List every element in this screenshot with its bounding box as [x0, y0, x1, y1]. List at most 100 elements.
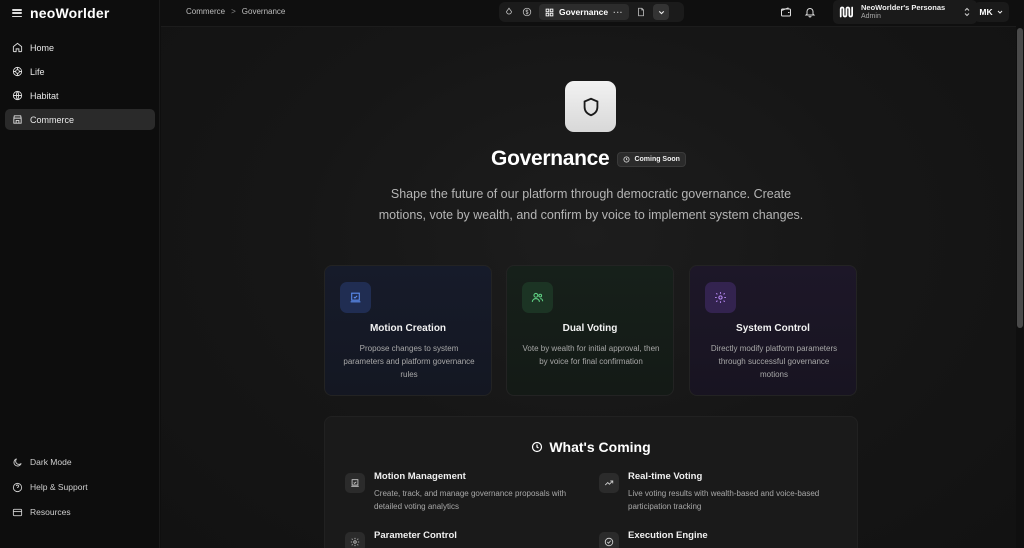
- ballot-icon: [351, 479, 359, 487]
- shield-icon: [583, 97, 598, 116]
- bell-icon[interactable]: [804, 6, 816, 18]
- card-icon-box: [522, 282, 553, 313]
- governance-hero-icon: [565, 81, 616, 132]
- app-root: neoWorlder Home Life Habitat Commerce Da…: [0, 0, 1024, 548]
- persona-text: NeoWorlder's Personas Admin: [861, 3, 957, 21]
- trending-up-icon: [604, 480, 614, 486]
- wallet-icon[interactable]: [780, 6, 792, 18]
- dollar-icon: [522, 7, 532, 17]
- chevron-down-icon: [997, 10, 1002, 14]
- card-title: System Control: [736, 323, 810, 334]
- sidebar-item-life[interactable]: Life: [5, 61, 155, 82]
- sidebar-item-label: Habitat: [30, 90, 59, 101]
- page-title: Governance: [491, 147, 610, 170]
- feature-description: Create, track, and manage governance pro…: [374, 489, 567, 511]
- page-title-row: Governance Coming Soon: [161, 147, 1016, 171]
- tool-switcher: Governance ···: [499, 2, 684, 22]
- tool-currency-button[interactable]: [521, 6, 533, 18]
- feature-cards: Motion Creation Propose changes to syste…: [324, 265, 858, 396]
- gear-icon: [715, 292, 726, 303]
- persona-selector[interactable]: NeoWorlder's Personas Admin: [833, 0, 977, 24]
- persona-name: NeoWorlder's Personas: [861, 3, 946, 12]
- sidebar: neoWorlder Home Life Habitat Commerce Da…: [0, 0, 160, 548]
- main-scrollbar[interactable]: [1017, 28, 1023, 328]
- feature-icon-box: [599, 473, 619, 493]
- badge-label: Coming Soon: [634, 155, 680, 163]
- whats-coming-panel: What's Coming Motion Management Create, …: [324, 416, 858, 548]
- card-motion-creation: Motion Creation Propose changes to syste…: [324, 265, 492, 396]
- clock-icon: [532, 441, 543, 453]
- feature-description: Live voting results with wealth-based an…: [628, 489, 820, 511]
- grid-icon: [545, 8, 554, 16]
- feature-title: Parameter Control: [374, 530, 457, 541]
- tool-drop-button[interactable]: [503, 6, 515, 18]
- sidebar-item-label: Dark Mode: [30, 457, 72, 467]
- sidebar-item-label: Home: [30, 42, 55, 53]
- drop-icon: [506, 7, 512, 15]
- persona-logo-icon: [839, 6, 853, 18]
- card-title: Dual Voting: [562, 323, 618, 334]
- resources-icon: [12, 508, 23, 516]
- feature-icon-box: [345, 473, 365, 493]
- topbar: Commerce > Governance Governance ··· Neo…: [161, 0, 1024, 26]
- governance-tab[interactable]: Governance ···: [539, 4, 630, 20]
- breadcrumb: Commerce > Governance: [186, 7, 285, 16]
- card-title: Motion Creation: [369, 323, 447, 334]
- sidebar-item-commerce[interactable]: Commerce: [5, 109, 155, 130]
- chevron-down-icon: [658, 10, 664, 14]
- users-icon: [531, 292, 544, 302]
- moon-icon: [13, 457, 22, 466]
- globe-icon: [12, 90, 23, 101]
- user-menu[interactable]: MK: [974, 2, 1009, 22]
- page-description: Shape the future of our platform through…: [378, 187, 804, 222]
- gear-icon: [350, 537, 360, 547]
- sidebar-item-label: Commerce: [30, 114, 75, 125]
- main-content: Governance Coming Soon Shape the future …: [161, 26, 1016, 548]
- sidebar-item-home[interactable]: Home: [5, 37, 155, 58]
- breadcrumb-parent[interactable]: Commerce: [186, 7, 225, 16]
- card-dual-voting: Dual Voting Vote by wealth for initial a…: [506, 265, 674, 396]
- check-circle-icon: [604, 537, 614, 547]
- feature-title: Motion Management: [374, 471, 466, 482]
- card-description: Propose changes to system parameters and…: [343, 344, 475, 379]
- brand: neoWorlder: [12, 5, 110, 21]
- more-options-icon[interactable]: ···: [613, 7, 623, 17]
- home-icon: [12, 42, 23, 53]
- card-description: Vote by wealth for initial approval, the…: [522, 344, 660, 366]
- store-icon: [13, 115, 22, 124]
- governance-tab-label: Governance: [559, 7, 609, 17]
- help-icon: [12, 482, 23, 492]
- card-description: Directly modify platform parameters thro…: [710, 344, 838, 379]
- sidebar-nav: Home Life Habitat Commerce: [5, 37, 155, 133]
- brand-logo-text[interactable]: neoWorlder: [30, 5, 110, 21]
- resources-link[interactable]: Resources: [5, 502, 155, 522]
- dark-mode-toggle[interactable]: Dark Mode: [5, 452, 155, 472]
- user-initials: MK: [979, 7, 993, 17]
- feature-icon-box: [599, 532, 619, 548]
- breadcrumb-separator: >: [231, 7, 236, 16]
- sidebar-item-label: Life: [30, 66, 45, 77]
- tool-expand-button[interactable]: [653, 4, 670, 20]
- breadcrumb-current: Governance: [241, 7, 286, 16]
- sidebar-item-habitat[interactable]: Habitat: [5, 85, 155, 106]
- persona-role: Admin: [861, 13, 881, 20]
- ballot-icon: [350, 292, 361, 303]
- chevron-up-down-icon: [964, 7, 970, 17]
- menu-icon[interactable]: [12, 9, 22, 17]
- tool-document-button[interactable]: [635, 6, 647, 18]
- feature-title: Real-time Voting: [628, 471, 703, 482]
- document-icon: [638, 7, 645, 17]
- feature-title: Execution Engine: [628, 530, 708, 541]
- sidebar-bottom-nav: Dark Mode Help & Support Resources: [5, 452, 155, 527]
- coming-soon-badge: Coming Soon: [617, 151, 686, 167]
- help-support-link[interactable]: Help & Support: [5, 477, 155, 497]
- whats-coming-title: What's Coming: [549, 439, 651, 455]
- whats-coming-heading: What's Coming: [325, 439, 857, 455]
- card-icon-box: [705, 282, 736, 313]
- feature-icon-box: [345, 532, 365, 548]
- life-icon: [12, 66, 23, 77]
- sidebar-item-label: Resources: [30, 507, 71, 517]
- card-icon-box: [340, 282, 371, 313]
- card-system-control: System Control Directly modify platform …: [689, 265, 857, 396]
- sidebar-item-label: Help & Support: [30, 482, 88, 492]
